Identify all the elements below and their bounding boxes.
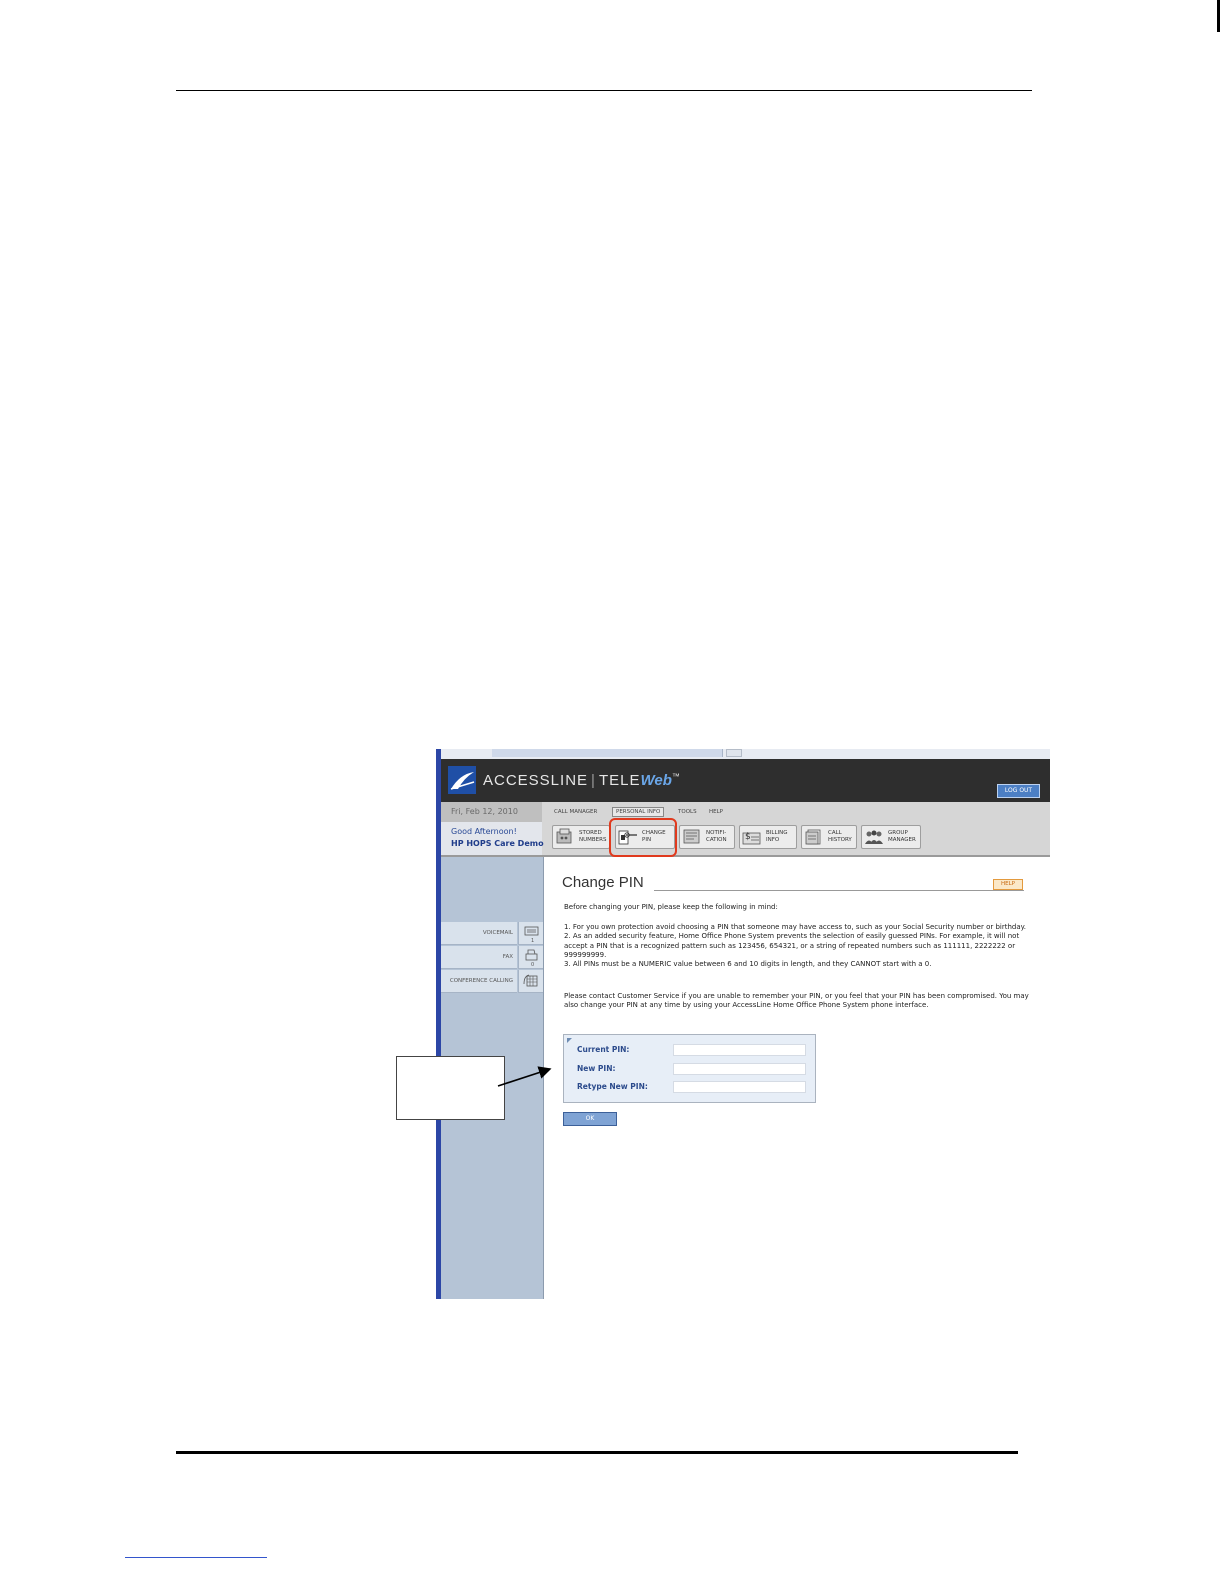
- change-pin-highlight: [609, 818, 677, 857]
- form-corner-marker: [567, 1038, 572, 1043]
- current-pin-label: Current PIN:: [577, 1045, 630, 1054]
- callout-arrow-icon: [497, 1066, 552, 1087]
- stored-numbers-icon: [556, 828, 572, 844]
- retype-pin-field[interactable]: [673, 1081, 806, 1093]
- toolbar-billing-info[interactable]: $ BILLING INFO: [739, 825, 797, 849]
- current-date: Fri, Feb 12, 2010: [441, 802, 542, 822]
- browser-tab[interactable]: [492, 749, 723, 757]
- teleweb-screenshot: ACCESSLINE | TELEWeb™ LOG OUT Fri, Feb 12,…: [436, 749, 1050, 1299]
- window-left-border: [436, 749, 441, 1299]
- toolbar-label: BILLING INFO: [766, 830, 788, 843]
- app-header: ACCESSLINE | TELEWeb™ LOG OUT: [441, 759, 1050, 802]
- voicemail-count: 1: [531, 938, 534, 944]
- fax-icon[interactable]: 0: [518, 946, 543, 969]
- title-divider: [654, 890, 1024, 891]
- toolbar-notification[interactable]: NOTIFI- CATION: [679, 825, 735, 849]
- change-pin-form: Current PIN: New PIN: Retype New PIN:: [563, 1034, 816, 1103]
- svg-text:$: $: [745, 832, 751, 842]
- callout-box: [396, 1056, 505, 1120]
- billing-icon: $: [742, 832, 761, 845]
- brand-tele: TELE: [598, 772, 641, 789]
- new-pin-field[interactable]: [673, 1063, 806, 1075]
- fax-count: 0: [531, 962, 534, 968]
- conference-icon[interactable]: [518, 970, 543, 993]
- toolbar-group-manager[interactable]: GROUP MANAGER: [861, 825, 921, 849]
- toolbar-stored-numbers[interactable]: STORED NUMBERS: [552, 825, 610, 849]
- accessline-logo-icon: [448, 766, 476, 794]
- call-history-icon: [805, 829, 821, 845]
- brand-name: ACCESSLINE | TELEWeb™: [483, 772, 681, 789]
- brand-web: Web: [640, 772, 672, 789]
- browser-tab-strip: [436, 749, 1050, 759]
- main-content: Change PIN HELP Before changing your PIN…: [544, 857, 1050, 1299]
- footer-link-underline: [125, 1557, 267, 1558]
- notification-icon: [683, 829, 700, 844]
- new-tab-button[interactable]: [726, 749, 742, 757]
- toolbar-call-history[interactable]: CALL HISTORY: [801, 825, 857, 849]
- brand-trademark: ™: [671, 772, 681, 781]
- current-pin-field[interactable]: [673, 1044, 806, 1056]
- greeting-text: Good Afternoon!: [451, 827, 517, 836]
- subheader: Fri, Feb 12, 2010 Good Afternoon! HP HOP…: [441, 802, 1050, 857]
- voicemail-icon[interactable]: 1: [518, 922, 543, 945]
- menu-personal-info[interactable]: PERSONAL INFO: [612, 807, 665, 817]
- new-pin-label: New PIN:: [577, 1064, 616, 1073]
- greeting-box: Good Afternoon! HP HOPS Care Demo: [441, 822, 544, 855]
- sidebar-item-fax[interactable]: FAX: [441, 946, 517, 969]
- page-edge-mark: [1217, 0, 1220, 32]
- menu-call-manager[interactable]: CALL MANAGER: [554, 809, 597, 815]
- group-manager-icon: [865, 830, 883, 844]
- footer-rule: [176, 1451, 1018, 1454]
- ok-button[interactable]: OK: [563, 1112, 617, 1126]
- logout-button[interactable]: LOG OUT: [997, 784, 1040, 798]
- header-rule: [176, 90, 1032, 91]
- page-title: Change PIN: [562, 874, 644, 891]
- account-name: HP HOPS Care Demo: [451, 839, 544, 848]
- menu-help[interactable]: HELP: [709, 809, 723, 815]
- sidebar-item-voicemail[interactable]: VOICEMAIL: [441, 922, 517, 945]
- sidebar-item-conference-calling[interactable]: CONFERENCE CALLING: [441, 970, 517, 993]
- brand-accessline: ACCESSLINE: [483, 772, 589, 789]
- help-button[interactable]: HELP: [993, 879, 1023, 890]
- menu-tools[interactable]: TOOLS: [678, 809, 697, 815]
- contact-text: Please contact Customer Service if you a…: [564, 992, 1029, 1010]
- pin-rules-text: 1. For you own protection avoid choosing…: [564, 923, 1027, 969]
- intro-text: Before changing your PIN, please keep th…: [564, 903, 778, 911]
- retype-pin-label: Retype New PIN:: [577, 1082, 648, 1091]
- toolbar-label: GROUP MANAGER: [888, 830, 916, 843]
